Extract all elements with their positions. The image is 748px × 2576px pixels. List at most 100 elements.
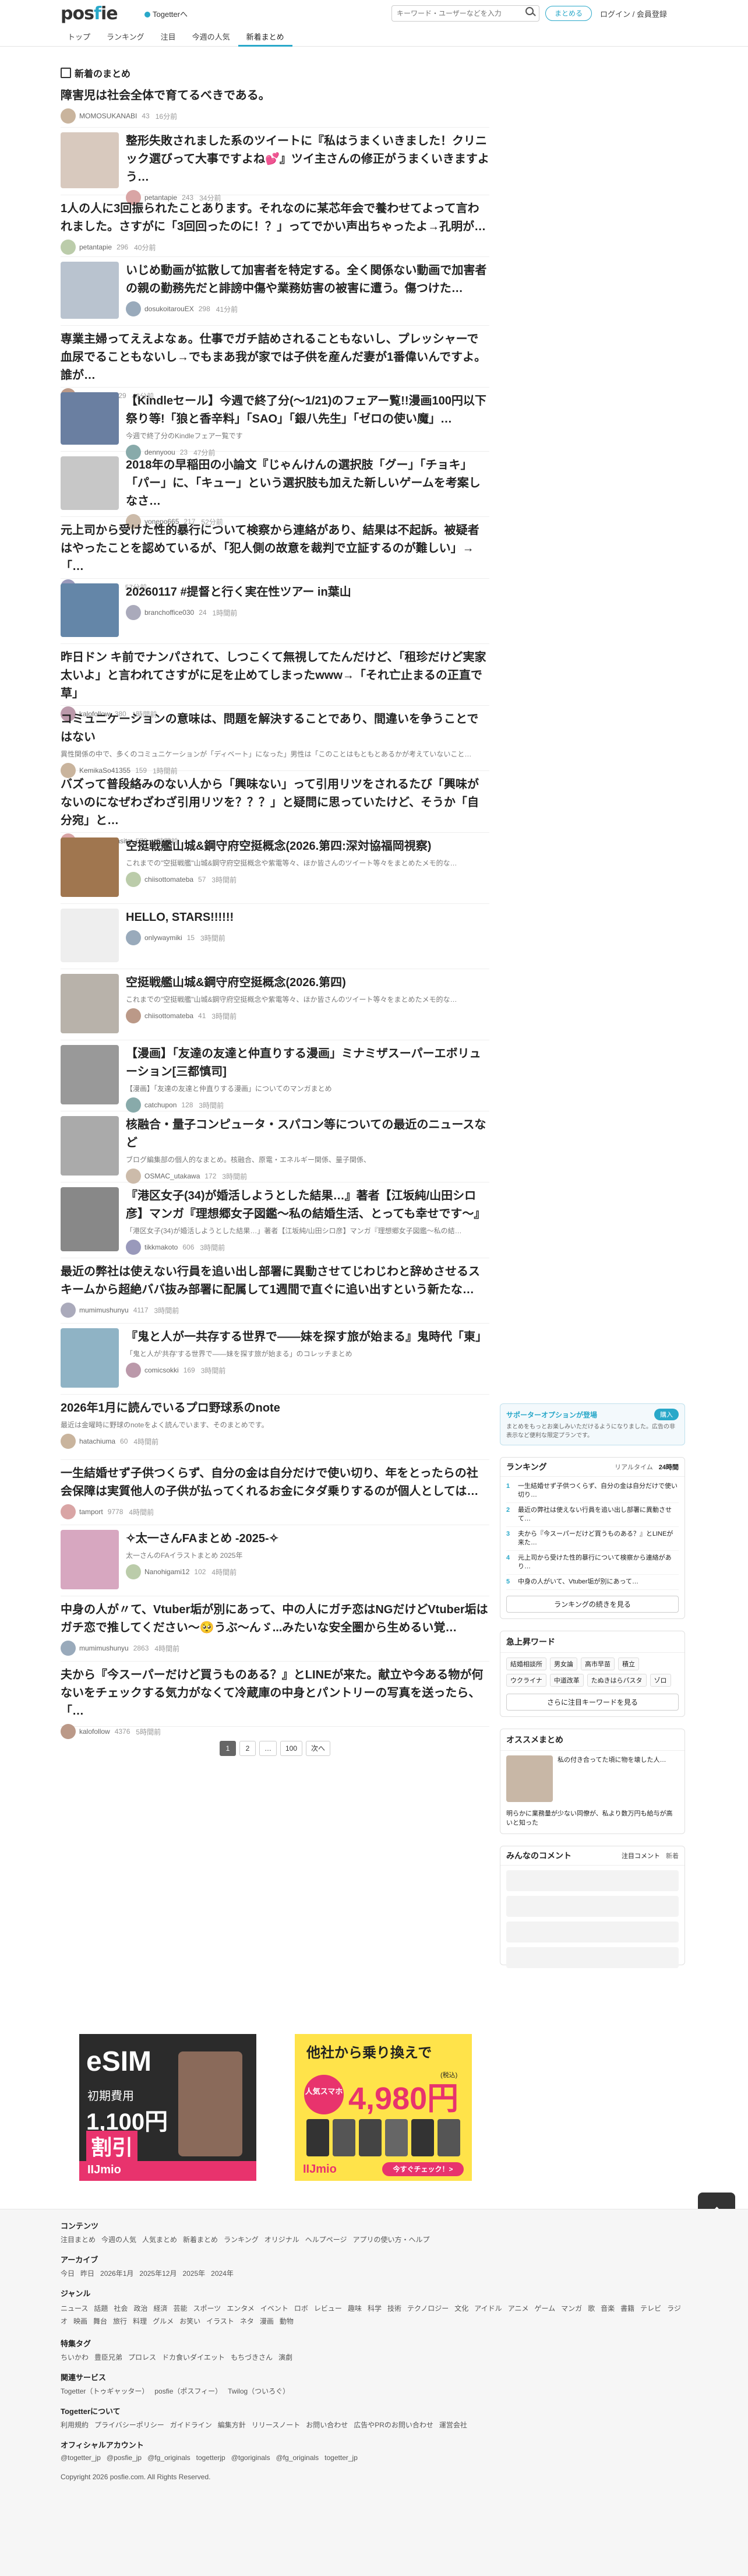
footer-link[interactable]: 編集方針	[218, 2421, 246, 2429]
list-item[interactable]: 夫から『今スーパーだけど買うものある？』とLINEが来た。献立や今ある物が何ない…	[61, 1662, 489, 1739]
footer-link[interactable]: @fg_originals	[147, 2454, 190, 2462]
avatar[interactable]	[126, 605, 141, 620]
item-thumbnail[interactable]	[61, 1045, 119, 1104]
footer-link[interactable]: 舞台	[93, 2317, 107, 2325]
footer-link[interactable]: プロレス	[128, 2353, 156, 2362]
avatar[interactable]	[61, 1303, 76, 1318]
keyword-tag[interactable]: たぬきはらパスタ	[587, 1674, 647, 1687]
footer-link[interactable]: もちづきさん	[231, 2353, 273, 2362]
item-user[interactable]: OSMAC_utakawa	[144, 1172, 200, 1180]
avatar[interactable]	[61, 1724, 76, 1739]
footer-link[interactable]: プライバシーポリシー	[94, 2421, 164, 2429]
footer-link[interactable]: 今週の人気	[101, 2236, 136, 2244]
recommend-item-2[interactable]: 明らかに業務量が少ない同僚が、私より数万円も給与が高いと知った	[500, 1807, 685, 1834]
footer-link[interactable]: アプリの使い方・ヘルプ	[352, 2236, 429, 2244]
footer-link[interactable]: ガイドライン	[170, 2421, 212, 2429]
list-item[interactable]: 空挺戦艦山城&鋼守府空挺概念(2026.第四) これまでの"空挺戦艦"山城&鋼守府…	[61, 969, 489, 1040]
footer-link[interactable]: テレビ	[640, 2304, 661, 2313]
item-user[interactable]: tamport	[79, 1508, 103, 1516]
list-item[interactable]: 【Kindleセール】今週で終了分(〜1/21)のフェアー覧!!漫画100円以下…	[61, 388, 489, 460]
item-title[interactable]: 夫から『今スーパーだけど買うものある？』とLINEが来た。献立や今ある物が何ない…	[61, 1666, 489, 1720]
footer-link[interactable]: 2024年	[211, 2269, 234, 2278]
item-thumbnail[interactable]	[61, 974, 119, 1033]
create-button[interactable]: まとめる	[545, 6, 592, 21]
footer-link[interactable]: グルメ	[153, 2317, 174, 2325]
item-user[interactable]: tikkmakoto	[144, 1243, 178, 1251]
footer-link[interactable]: 旅行	[113, 2317, 127, 2325]
item-user[interactable]: petantapie	[79, 243, 112, 251]
footer-link[interactable]: posfie（ポスフィー）	[154, 2387, 222, 2395]
avatar[interactable]	[61, 1504, 76, 1519]
item-user[interactable]: chiisottomateba	[144, 875, 193, 884]
footer-link[interactable]: 利用規約	[61, 2421, 89, 2429]
footer-link[interactable]: 人気まとめ	[142, 2236, 177, 2244]
page-link[interactable]: 100	[280, 1741, 302, 1756]
footer-link[interactable]: togetter_jp	[324, 2454, 358, 2462]
footer-link[interactable]: Togetter（トゥギャッター）	[61, 2387, 149, 2395]
footer-link[interactable]: エンタメ	[227, 2304, 255, 2313]
footer-link[interactable]: 漫画	[260, 2317, 274, 2325]
ranking-item[interactable]: 1 一生結婚せず子供つくらず、自分の金は自分だけで使い切り…	[506, 1479, 679, 1503]
item-title[interactable]: 20260117 #提督と行く実在性ツアー in葉山	[126, 583, 489, 601]
list-item[interactable]: 最近の弊社は使えない行員を追い出し部署に異動させてじわじわと辞めさせるスキームか…	[61, 1258, 489, 1324]
page-link[interactable]: 2	[239, 1741, 256, 1756]
footer-link[interactable]: ロボ	[294, 2304, 308, 2313]
footer-link[interactable]: レビュー	[314, 2304, 342, 2313]
keyword-tag[interactable]: 男女論	[550, 1657, 577, 1670]
item-title[interactable]: 2026年1月に読んでいるプロ野球系のnote	[61, 1399, 489, 1417]
page-link[interactable]: 次へ	[306, 1741, 331, 1756]
list-item[interactable]: 2026年1月に読んでいるプロ野球系のnote 最近は金曜時に野球のnoteをよく…	[61, 1395, 489, 1460]
footer-link[interactable]: 新着まとめ	[183, 2236, 218, 2244]
ranking-item[interactable]: 3 夫から『今スーパーだけど買うものある？』とLINEが来た…	[506, 1527, 679, 1551]
smartphone-ad[interactable]: 他社から乗り換えで 人気スマホ 4,980円 (税込) IIJmio 今すぐチェ…	[295, 2034, 472, 2181]
item-title[interactable]: 2018年の早稲田の小論文『じゃんけんの選択肢「グー」「チョキ」「パー」に、「キ…	[126, 456, 489, 511]
footer-link[interactable]: @fg_originals	[276, 2454, 319, 2462]
esim-ad[interactable]: eSIM 初期費用 1,100円 割引 IIJmio	[79, 2034, 256, 2181]
footer-link[interactable]: 2025年12月	[139, 2269, 177, 2278]
search-icon[interactable]	[525, 7, 534, 15]
avatar[interactable]	[61, 1434, 76, 1449]
footer-link[interactable]: リリースノート	[252, 2421, 300, 2429]
ranking-tab-24h[interactable]: 24時間	[659, 1462, 679, 1472]
footer-link[interactable]: 注目まとめ	[61, 2236, 96, 2244]
footer-link[interactable]: 今日	[61, 2269, 75, 2278]
item-title[interactable]: ✧太一さんFAまとめ -2025-✧	[126, 1530, 489, 1548]
list-item[interactable]: 空挺戦艦山城&鋼守府空挺概念(2026.第四:深対協福岡視察) これまでの"空挺戦…	[61, 833, 489, 904]
footer-link[interactable]: @togetter_jp	[61, 2454, 101, 2462]
item-title[interactable]: 昨日ドン キ前でナンパされて、しつこくて無視してたんだけど、「租珍だけど実家太い…	[61, 649, 489, 703]
avatar[interactable]	[126, 301, 141, 316]
footer-link[interactable]: 書籍	[620, 2304, 634, 2313]
item-user[interactable]: MOMOSUKANABI	[79, 112, 137, 120]
list-item[interactable]: いじめ動画が拡散して加害者を特定する。全く関係ない動画で加害者の親の勤務先だと誹…	[61, 257, 489, 326]
avatar[interactable]	[126, 930, 141, 945]
item-title[interactable]: コミュニケーションの意味は、問題を解決することであり、間違いを争うことではない	[61, 710, 489, 747]
footer-link[interactable]: 動物	[280, 2317, 294, 2325]
item-user[interactable]: kalofollow	[79, 1727, 110, 1736]
footer-link[interactable]: イベント	[260, 2304, 288, 2313]
footer-link[interactable]: 社会	[114, 2304, 128, 2313]
togetter-link[interactable]: Togetterへ	[144, 8, 188, 19]
item-thumbnail[interactable]	[61, 909, 119, 962]
footer-link[interactable]: イラスト	[206, 2317, 234, 2325]
footer-link[interactable]: 趣味	[348, 2304, 362, 2313]
nav-ranking[interactable]: ランキング	[98, 28, 153, 47]
item-title[interactable]: 『鬼と人が一共存する世界で——妹を探す旅が始まる』鬼時代「東」	[126, 1328, 489, 1346]
footer-link[interactable]: オリジナル	[264, 2236, 299, 2244]
list-item[interactable]: 中身の人が〃て、Vtuber垢が別にあって、中の人にガチ恋はNGだけどVtube…	[61, 1596, 489, 1662]
footer-link[interactable]: 運営会社	[439, 2421, 467, 2429]
recommend-item-1[interactable]: 私の付き合ってた頃に物を壊した人…	[558, 1755, 666, 1802]
recommend-thumb[interactable]	[506, 1755, 553, 1802]
keyword-tag[interactable]: 積立	[618, 1657, 639, 1670]
item-user[interactable]: chiisottomateba	[144, 1012, 193, 1020]
item-thumbnail[interactable]	[61, 1328, 119, 1388]
item-user[interactable]: onlywaymiki	[144, 934, 182, 942]
item-title[interactable]: 空挺戦艦山城&鋼守府空挺概念(2026.第四:深対協福岡視察)	[126, 837, 489, 856]
footer-link[interactable]: @posfie_jp	[107, 2454, 142, 2462]
list-item[interactable]: 障害児は社会全体で育てるべきである。 MOMOSUKANABI 43 16分前	[61, 82, 489, 128]
list-item[interactable]: 20260117 #提督と行く実在性ツアー in葉山 branchoffice03…	[61, 579, 489, 644]
item-user[interactable]: Nanohigami12	[144, 1568, 189, 1576]
item-title[interactable]: 【漫画】「友達の友達と仲直りする漫画」ミナミザスーパーエボリューション[三都慎司…	[126, 1045, 489, 1081]
ranking-tab-realtime[interactable]: リアルタイム	[615, 1462, 653, 1472]
footer-link[interactable]: 豊臣兄弟	[94, 2353, 122, 2362]
footer-link[interactable]: @tgoriginals	[231, 2454, 270, 2462]
